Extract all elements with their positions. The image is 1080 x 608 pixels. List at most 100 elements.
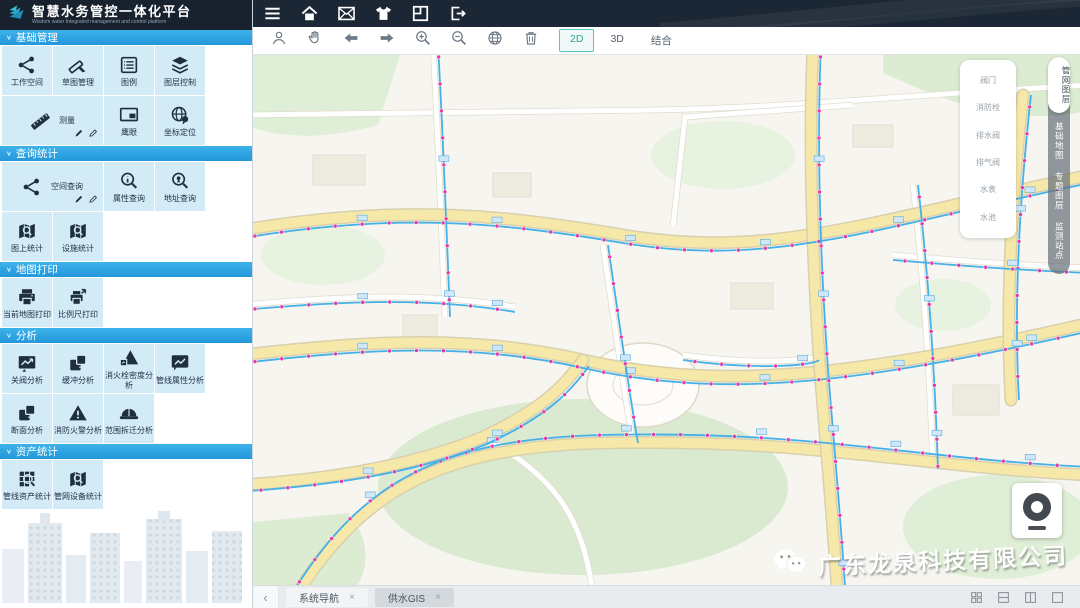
topbar-icons — [262, 4, 467, 24]
chart-line-icon — [169, 352, 191, 374]
close-icon[interactable]: × — [435, 592, 441, 603]
bottom-tab[interactable]: 系统导航× — [286, 588, 368, 607]
tool-tile-search-pin[interactable]: 地址查询 — [155, 162, 205, 211]
tool-label: 范围拆迁分析 — [104, 426, 154, 436]
tool-tile-search-info[interactable]: 属性查询 — [104, 162, 154, 211]
menu-icon[interactable] — [262, 4, 282, 24]
map-viewport: 阀门消防栓排水阀排气阀水表水池 管网图层基础地图专题图层监测站点 — [253, 55, 1080, 585]
main-area: 2D3D 结合 阀门消防栓排水阀排气阀水表水池 管网图层基础地图专题图层监测站点 — [253, 0, 1080, 608]
map-side-tab[interactable]: 专题图层 — [1055, 166, 1064, 216]
tool-tile-grid-search[interactable]: 管线资产统计 — [2, 460, 52, 509]
identify-tool-button[interactable] — [269, 31, 288, 50]
tool-tile-printer[interactable]: 当前地图打印 — [2, 278, 52, 327]
section-label: 资产统计 — [16, 444, 58, 459]
zoom-in-icon — [414, 29, 432, 52]
zoom-in-tool-button[interactable] — [413, 31, 432, 50]
map-side-tabs: 管网图层基础地图专题图层监测站点 — [1048, 57, 1070, 274]
view-button-结合[interactable]: 结合 — [640, 29, 683, 52]
tool-tile-list[interactable]: 图例 — [104, 46, 154, 95]
tool-label: 消防火警分析 — [53, 426, 103, 436]
section-tiles-1: 空间查询属性查询地址查询图上统计设施统计 — [0, 161, 252, 262]
grid-2x2-icon[interactable] — [970, 591, 983, 604]
theme-icon[interactable] — [373, 4, 393, 24]
section-header-4[interactable]: ∨资产统计 — [0, 444, 252, 459]
section-header-3[interactable]: ∨分析 — [0, 328, 252, 343]
tool-tile-chart-window[interactable]: 关阀分析 — [2, 344, 52, 393]
full-extent-tool-button[interactable] — [485, 31, 504, 50]
globe-pin-icon — [169, 104, 191, 126]
layer-item[interactable]: 排水阀 — [976, 130, 1000, 141]
layer-item[interactable]: 水池 — [980, 212, 996, 223]
layout-icon[interactable] — [410, 4, 430, 24]
tool-tile-pip[interactable]: 鹰眼 — [104, 96, 154, 145]
pen-icon[interactable] — [74, 125, 85, 143]
compass-wheel-icon — [1022, 492, 1052, 522]
arrow-left-icon — [342, 29, 360, 52]
pen-outline-icon[interactable] — [88, 125, 99, 143]
section-header-0[interactable]: ∨基础管理 — [0, 30, 252, 45]
zoom-out-tool-button[interactable] — [449, 31, 468, 50]
section-label: 地图打印 — [16, 262, 58, 277]
home-icon[interactable] — [299, 4, 319, 24]
split-h-icon[interactable] — [997, 591, 1010, 604]
layer-item[interactable]: 消防栓 — [976, 102, 1000, 113]
back-tool-button[interactable] — [341, 31, 360, 50]
close-icon[interactable]: × — [349, 592, 355, 603]
section-tiles-0: 工作空间草图管理图例 图层控制测量鹰眼坐标定位 — [0, 45, 252, 146]
tool-tile-warning[interactable]: 消防火警分析 — [53, 394, 103, 443]
layer-item[interactable]: 阀门 — [980, 75, 996, 86]
chevron-down-icon: ∨ — [6, 150, 12, 157]
triangle-chart-icon — [118, 347, 140, 369]
tool-tile-triangle-chart[interactable]: 消火栓密度分析 — [104, 344, 154, 393]
map-canvas[interactable] — [253, 55, 1080, 585]
logout-icon[interactable] — [447, 4, 467, 24]
bottom-tabs: 系统导航× 供水GIS× — [279, 588, 454, 607]
tool-tile-helmet[interactable]: 范围拆迁分析 — [104, 394, 154, 443]
tool-tile-measure[interactable]: 测量 — [2, 96, 103, 145]
layer-item[interactable]: 排气阀 — [976, 157, 1000, 168]
tool-tile-chart-line[interactable]: 管线属性分析 — [155, 344, 205, 393]
tool-tile-share-nodes[interactable]: 工作空间 — [2, 46, 52, 95]
tool-label: 管网设备统计 — [53, 492, 103, 502]
single-icon[interactable] — [1051, 591, 1064, 604]
tool-tile-printer-scale[interactable]: 比例尺打印 — [53, 278, 103, 327]
tool-tile-map-search[interactable]: 管网设备统计 — [53, 460, 103, 509]
pen-outline-icon[interactable] — [88, 191, 99, 209]
split-v-icon[interactable] — [1024, 591, 1037, 604]
tool-tile-buffer[interactable]: 断面分析 — [2, 394, 52, 443]
forward-tool-button[interactable] — [377, 31, 396, 50]
tool-tile-map-search[interactable]: 图上统计 — [2, 212, 52, 261]
app-title: 智慧水务管控一体化平台 — [32, 5, 192, 19]
tool-tile-share-nodes[interactable]: 空间查询 — [2, 162, 103, 211]
pen-icon[interactable] — [74, 191, 85, 209]
view-button-3d[interactable]: 3D — [599, 29, 634, 52]
tabs-scroll-left-button[interactable]: ‹ — [253, 586, 279, 608]
tool-tile-globe-pin[interactable]: 坐标定位 — [155, 96, 205, 145]
section-header-2[interactable]: ∨地图打印 — [0, 262, 252, 277]
map-side-tab[interactable]: 基础地图 — [1055, 116, 1064, 166]
mail-icon[interactable] — [336, 4, 356, 24]
printer-scale-icon — [67, 286, 89, 308]
tool-label: 图例 — [120, 78, 138, 88]
bottom-tab[interactable]: 供水GIS× — [375, 588, 454, 607]
measure-icon — [29, 110, 51, 132]
clear-tool-button[interactable] — [521, 31, 540, 50]
tool-tile-map-search[interactable]: 设施统计 — [53, 212, 103, 261]
map-side-tab[interactable]: 监测站点 — [1055, 216, 1064, 266]
printer-icon — [16, 286, 38, 308]
compass-widget[interactable] — [1012, 483, 1062, 538]
top-menu-bar — [253, 0, 1080, 27]
tool-tile-ruler-pen[interactable]: 草图管理 — [53, 46, 103, 95]
tool-tile-buffer[interactable]: 缓冲分析 — [53, 344, 103, 393]
map-side-tab[interactable]: 管网图层 — [1048, 57, 1070, 113]
section-header-1[interactable]: ∨ 查询统计 — [0, 146, 252, 161]
tool-label: 断面分析 — [10, 426, 44, 436]
tool-tile-layers[interactable]: 图层控制 — [155, 46, 205, 95]
map-toolbar: 2D3D 结合 — [253, 27, 1080, 55]
layer-item[interactable]: 水表 — [980, 184, 996, 195]
section-label: 查询统计 — [16, 146, 58, 161]
pan-tool-button[interactable] — [305, 31, 324, 50]
list-icon — [118, 54, 140, 76]
view-button-2d[interactable]: 2D — [559, 29, 594, 52]
section-tiles-3: 关阀分析缓冲分析消火栓密度分析管线属性分析断面分析消防火警分析范围拆迁分析 — [0, 343, 252, 444]
